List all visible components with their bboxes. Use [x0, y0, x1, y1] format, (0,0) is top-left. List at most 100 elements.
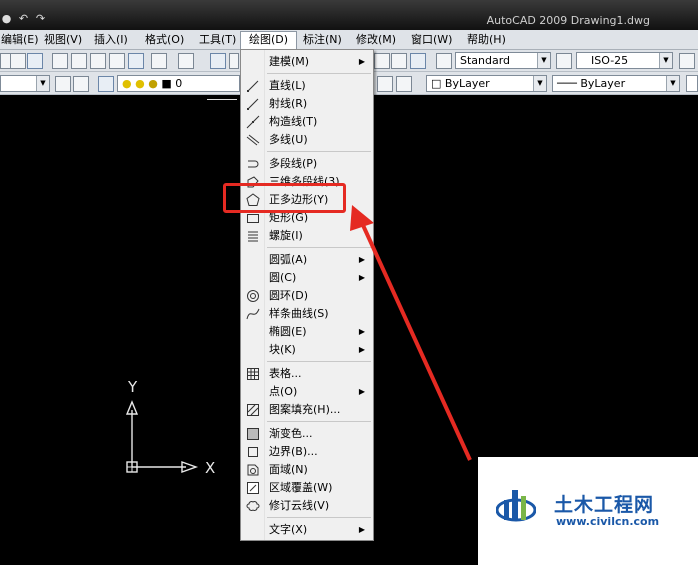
- chevron-down-icon: ▼: [36, 76, 49, 91]
- dim-style-icon[interactable]: [556, 53, 572, 69]
- menu-tools[interactable]: 工具(T): [196, 33, 239, 47]
- menu-dimension[interactable]: 标注(N): [300, 33, 345, 47]
- redo-quick-icon[interactable]: ↷: [34, 12, 47, 25]
- layer-select[interactable]: ● ● ● ■ 0: [117, 75, 240, 92]
- ucs-x-label: X: [205, 459, 215, 477]
- linetype-value: ByLayer: [580, 77, 626, 90]
- menu-item-ray[interactable]: 射线(R): [241, 95, 373, 113]
- redo-icon[interactable]: [178, 53, 194, 69]
- title-bar: ● ↶ ↷ AutoCAD 2009 Drawing1.dwg: [0, 0, 698, 30]
- layer-properties-icon[interactable]: [98, 76, 114, 92]
- text-style-icon[interactable]: [436, 53, 452, 69]
- menu-item-label: 文字(X): [269, 523, 308, 536]
- save-icon[interactable]: [27, 53, 43, 69]
- menu-item-label: 修订云线(V): [269, 499, 330, 512]
- block-editor-icon[interactable]: [128, 53, 144, 69]
- red-arrow-annotation: [350, 205, 472, 461]
- polyline-icon: [248, 160, 259, 168]
- help-icon[interactable]: [410, 53, 426, 69]
- menu-format[interactable]: 格式(O): [142, 33, 187, 47]
- menu-item-label: 表格...: [269, 367, 302, 380]
- app-menu-icon[interactable]: ●: [0, 12, 13, 25]
- region-icon: [247, 464, 259, 476]
- boundary-icon: [248, 447, 258, 457]
- match-properties-icon[interactable]: [109, 53, 125, 69]
- menu-item-label: 螺旋(I): [269, 229, 303, 242]
- text-style-value: Standard: [460, 54, 511, 67]
- color-swatch-icon: □: [431, 77, 442, 90]
- watermark-name: 土木工程网: [554, 494, 655, 516]
- menu-item-label: 点(O): [269, 385, 298, 398]
- menu-item-label: 多段线(P): [269, 157, 318, 170]
- color-value: ByLayer: [444, 77, 490, 90]
- menu-insert[interactable]: 插入(I): [91, 33, 131, 47]
- quick-access-toolbar: ● ↶ ↷: [0, 12, 47, 28]
- menu-item-modeling[interactable]: 建模(M) ▶: [241, 53, 373, 71]
- civilcn-logo-icon: [496, 490, 536, 522]
- menu-help[interactable]: 帮助(H): [464, 33, 509, 47]
- lineweight-select[interactable]: [686, 75, 698, 92]
- undo-quick-icon[interactable]: ↶: [17, 12, 30, 25]
- menu-item-polyline[interactable]: 多段线(P): [241, 155, 373, 173]
- menu-view[interactable]: 视图(V): [41, 33, 85, 47]
- pan-icon[interactable]: [210, 53, 226, 69]
- cut-icon[interactable]: [52, 53, 68, 69]
- chevron-down-icon: ▼: [659, 53, 672, 68]
- multiline-icon: [246, 134, 260, 146]
- table-style-icon[interactable]: [679, 53, 695, 69]
- calculator-icon[interactable]: [391, 53, 407, 69]
- linetype-line-icon: ───: [557, 77, 577, 90]
- dim-style-select[interactable]: ISO-25 ▼: [576, 52, 673, 69]
- menu-edit[interactable]: 编辑(E): [0, 33, 42, 47]
- workspace-icon[interactable]: [73, 76, 89, 92]
- layer-color-icon: ■: [161, 77, 172, 90]
- construction-line-icon: [246, 115, 260, 129]
- text-style-select[interactable]: Standard ▼: [455, 52, 551, 69]
- undo-icon[interactable]: [151, 53, 167, 69]
- color-select[interactable]: □ ByLayer ▼: [426, 75, 547, 92]
- window-title: AutoCAD 2009 Drawing1.dwg: [486, 14, 650, 27]
- rectangle-icon: [247, 214, 259, 223]
- revcloud-icon: [246, 501, 260, 511]
- layer-previous-icon[interactable]: [396, 76, 412, 92]
- linetype-select[interactable]: ─── ByLayer ▼: [552, 75, 680, 92]
- menu-item-label: 射线(R): [269, 97, 308, 110]
- sun-icon: ●: [135, 77, 145, 90]
- menu-draw[interactable]: 绘图(D): [240, 31, 298, 50]
- menu-item-text[interactable]: 文字(X) ▶: [241, 521, 373, 539]
- chevron-down-icon: ▼: [666, 76, 679, 91]
- menu-item-label: 直线(L): [269, 79, 306, 92]
- settings-icon[interactable]: [55, 76, 71, 92]
- menu-item-label: 样条曲线(S): [269, 307, 329, 320]
- properties-icon[interactable]: [374, 53, 390, 69]
- menu-separator: [267, 73, 371, 74]
- menu-modify[interactable]: 修改(M): [353, 33, 399, 47]
- wipeout-icon: [247, 482, 259, 494]
- donut-icon: [247, 290, 259, 302]
- menu-item-construction-line[interactable]: 构造线(T): [241, 113, 373, 131]
- lightbulb-icon: ●: [122, 77, 132, 90]
- dim-style-value: ISO-25: [591, 54, 629, 67]
- menu-item-label: 图案填充(H)...: [269, 403, 341, 416]
- watermark-url: www.civilcn.com: [556, 515, 660, 528]
- ucs-icon: Y X: [125, 378, 215, 477]
- zoom-icon[interactable]: [229, 53, 239, 69]
- canvas-line: [207, 99, 237, 100]
- menu-item-wipeout[interactable]: 区域覆盖(W): [241, 479, 373, 497]
- make-current-icon[interactable]: [377, 76, 393, 92]
- copy-icon[interactable]: [71, 53, 87, 69]
- workspace-select[interactable]: ▼: [0, 75, 50, 92]
- menu-item-line[interactable]: 直线(L): [241, 77, 373, 95]
- menu-item-revcloud[interactable]: 修订云线(V): [241, 497, 373, 515]
- menu-item-label: 圆(C): [269, 271, 297, 284]
- spline-icon: [246, 308, 260, 320]
- menu-item-multiline[interactable]: 多线(U): [241, 131, 373, 149]
- submenu-arrow-icon: ▶: [358, 525, 365, 534]
- open-icon[interactable]: [10, 53, 26, 69]
- menu-window[interactable]: 窗口(W): [408, 33, 455, 47]
- hatch-icon: [247, 404, 259, 416]
- menu-item-label: 建模(M): [269, 55, 310, 68]
- menu-item-label: 区域覆盖(W): [269, 481, 333, 494]
- menu-item-label: 圆弧(A): [269, 253, 308, 266]
- paste-icon[interactable]: [90, 53, 106, 69]
